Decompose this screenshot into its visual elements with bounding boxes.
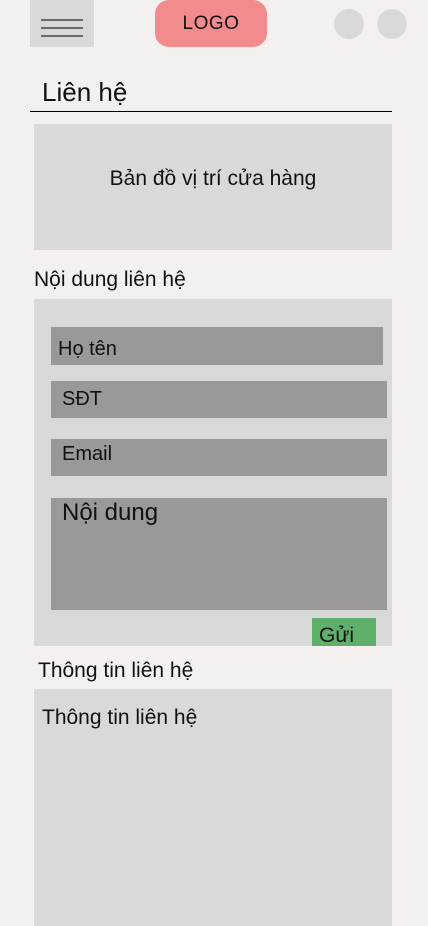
email-input[interactable]: Email <box>51 439 387 476</box>
contact-form: Họ tên SĐT Email Nội dung Gửi <box>34 299 392 646</box>
circle-icon[interactable] <box>334 9 364 39</box>
menu-button[interactable] <box>30 0 94 47</box>
map-label: Bản đồ vị trí cửa hàng <box>109 167 317 190</box>
phone-input[interactable]: SĐT <box>51 381 387 418</box>
logo-text: LOGO <box>182 12 240 34</box>
page-title: Liên hệ <box>42 77 128 107</box>
message-textarea[interactable]: Nội dung <box>51 498 387 610</box>
title-divider <box>30 111 392 112</box>
store-map[interactable]: Bản đồ vị trí cửa hàng <box>34 124 392 250</box>
contact-info-panel: Thông tin liên hệ <box>34 689 392 926</box>
logo[interactable]: LOGO <box>155 0 267 47</box>
name-input[interactable]: Họ tên <box>51 327 383 365</box>
contact-info-heading: Thông tin liên hệ <box>38 659 194 682</box>
contact-form-heading: Nội dung liên hệ <box>34 268 186 291</box>
circle-icon[interactable] <box>377 9 407 39</box>
contact-info-text: Thông tin liên hệ <box>42 706 198 729</box>
submit-button[interactable]: Gửi <box>312 618 376 646</box>
